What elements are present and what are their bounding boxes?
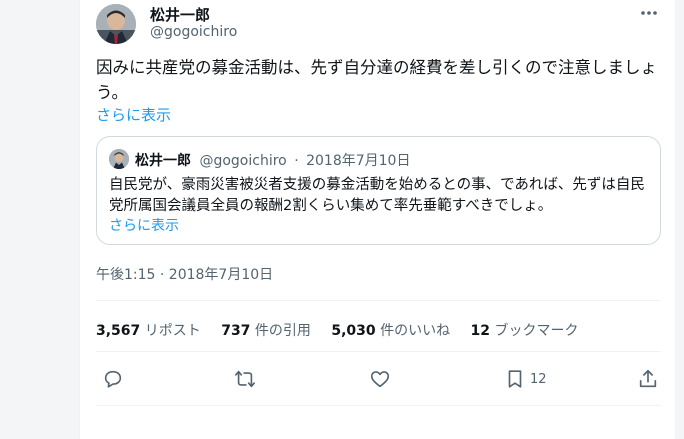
retweets-count: 3,567 [96,323,141,339]
retweet-icon [235,370,255,388]
divider [96,405,661,406]
bookmarks-label: ブックマーク [494,323,579,339]
divider [96,300,661,301]
bookmarks-count: 12 [470,323,491,339]
author-avatar[interactable] [96,4,136,44]
left-gutter [0,0,79,439]
divider [96,351,661,352]
quote-display-name: 松井一郎 [135,153,191,169]
action-bar: 12 [96,366,661,392]
quote-header: 松井一郎 @gogoichiro · 2018年7月10日 [135,150,410,170]
share-icon [639,369,657,388]
quote-author-avatar [109,149,129,169]
tweet-detail-pane: 松井一郎 @gogoichiro 因みに共産党の募金活動は、先ず自分達の経費を差… [79,0,676,439]
bookmarks-stat[interactable]: 12 ブックマーク [471,323,579,339]
show-more-link[interactable]: さらに表示 [96,104,171,125]
reply-icon [104,370,122,388]
share-button[interactable] [637,366,659,392]
bookmark-icon [508,370,522,388]
bookmark-count: 12 [530,371,547,387]
bookmark-button[interactable]: 12 [504,366,547,392]
more-options-icon[interactable] [637,4,661,22]
quote-handle: @gogoichiro [199,153,287,169]
retweets-stat[interactable]: 3,567 リポスト [96,323,201,339]
retweets-label: リポスト [144,323,201,339]
engagement-stats: 3,567 リポスト 737 件の引用 5,030 件のいいね 12 ブックマー… [96,320,594,340]
retweet-button[interactable] [234,366,256,392]
quotes-stat[interactable]: 737 件の引用 [221,323,311,339]
likes-count: 5,030 [331,323,376,339]
like-button[interactable] [369,366,391,392]
tweet-text: 因みに共産党の募金活動は、先ず自分達の経費を差し引くので注意しましょう。 [96,58,657,102]
author-handle[interactable]: @gogoichiro [150,24,237,40]
quoted-tweet[interactable]: 松井一郎 @gogoichiro · 2018年7月10日 自民党が、豪雨災害被… [96,136,661,245]
quote-date: 2018年7月10日 [306,153,411,169]
quote-separator: · [294,153,299,169]
quotes-count: 737 [221,323,251,339]
likes-label: 件のいいね [380,323,451,339]
author-display-name[interactable]: 松井一郎 [150,4,210,25]
tweet-timestamp[interactable]: 午後1:15 · 2018年7月10日 [96,264,273,284]
quote-show-more-link[interactable]: さらに表示 [109,215,179,235]
reply-button[interactable] [102,366,124,392]
heart-icon [370,371,390,388]
quote-text: 自民党が、豪雨災害被災者支援の募金活動を始めるとの事、であれば、先ずは自民党所属… [109,177,645,214]
quotes-label: 件の引用 [254,323,311,339]
right-gutter [676,0,684,439]
likes-stat[interactable]: 5,030 件のいいね [331,323,450,339]
